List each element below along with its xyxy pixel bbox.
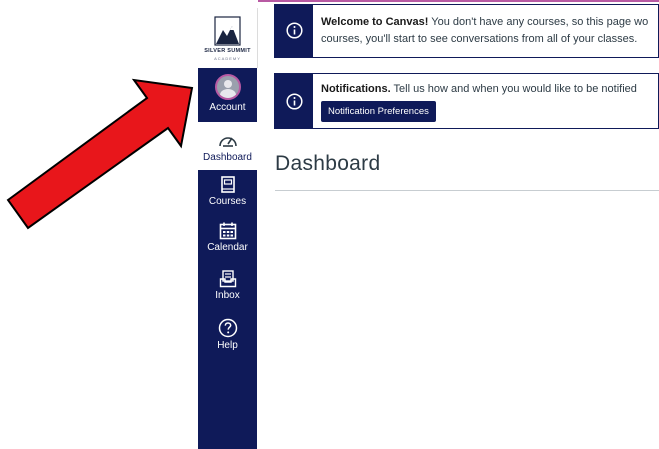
welcome-banner: Welcome to Canvas! You don't have any co… [274, 4, 659, 58]
notifications-banner-title: Notifications. [321, 83, 391, 95]
school-logo[interactable]: SILVER SUMMIT ACADEMY [198, 8, 258, 68]
nav-courses-label: Courses [208, 196, 247, 207]
info-icon [286, 93, 303, 110]
info-icon [286, 22, 303, 39]
welcome-banner-title: Welcome to Canvas! [321, 16, 429, 28]
nav-inbox[interactable]: Inbox [198, 270, 257, 310]
welcome-banner-text: Welcome to Canvas! You don't have any co… [321, 14, 658, 48]
nav-calendar-label: Calendar [207, 242, 248, 253]
inbox-icon [219, 270, 236, 288]
calendar-icon [219, 222, 236, 240]
nav-account-label: Account [209, 102, 246, 113]
title-divider [275, 190, 659, 191]
nav-courses[interactable]: Courses [198, 176, 257, 216]
nav-help-label: Help [217, 340, 238, 351]
top-accent-strip [258, 0, 659, 2]
welcome-banner-line2: courses, you'll start to see conversatio… [321, 33, 638, 45]
account-avatar [214, 74, 241, 100]
book-icon [220, 176, 235, 193]
question-icon [218, 318, 237, 338]
welcome-banner-line1: You don't have any courses, so this page… [428, 16, 649, 28]
nav-dashboard-label: Dashboard [203, 152, 252, 163]
red-arrow-annotation [6, 78, 194, 230]
nav-inbox-label: Inbox [215, 290, 240, 301]
banner-icon-cell [275, 74, 313, 128]
notifications-banner: Notifications. Tell us how and when you … [274, 73, 659, 129]
speedometer-icon [218, 137, 237, 147]
nav-account[interactable]: Account [198, 70, 257, 120]
nav-help[interactable]: Help [198, 318, 257, 358]
logo-subtitle: ACADEMY [214, 56, 241, 61]
notifications-banner-text: Notifications. Tell us how and when you … [321, 81, 658, 122]
notification-preferences-button[interactable]: Notification Preferences [321, 101, 436, 122]
page-title: Dashboard [275, 152, 381, 175]
banner-icon-cell [275, 5, 313, 57]
nav-calendar[interactable]: Calendar [198, 222, 257, 262]
nav-dashboard[interactable]: Dashboard [198, 122, 257, 170]
mountain-logo-icon [214, 16, 241, 46]
logo-name: SILVER SUMMIT [204, 48, 251, 54]
notifications-banner-line1: Tell us how and when you would like to b… [390, 83, 637, 95]
